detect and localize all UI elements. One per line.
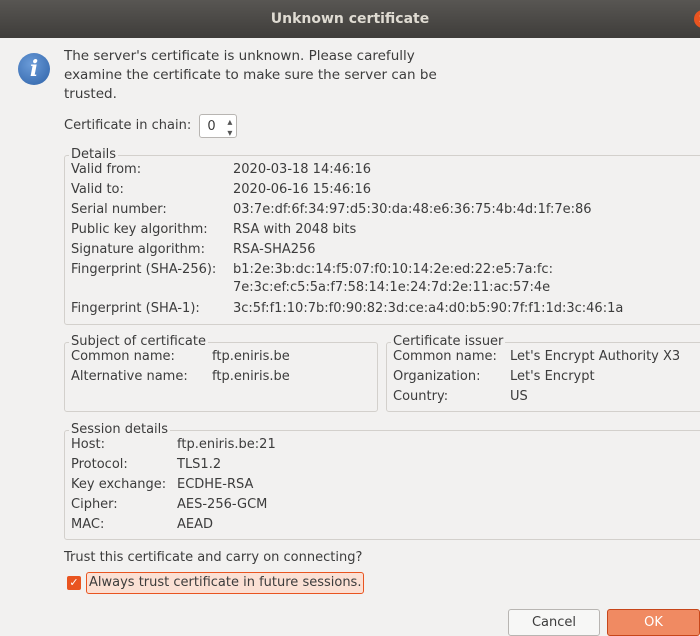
issuer-cn-label: Common name: [393,349,497,364]
sigalg-value: RSA-SHA256 [233,242,316,257]
always-trust-checkbox[interactable]: ✓ [67,576,81,590]
protocol-value: TLS1.2 [177,457,222,472]
sha1-value: 3c:5f:f1:10:7b:f0:90:82:3d:ce:a4:d0:b5:9… [233,301,624,316]
valid-to-label: Valid to: [71,182,124,197]
session-group: Session details Host: ftp.eniris.be:21 P… [64,421,700,540]
host-value: ftp.eniris.be:21 [177,437,276,452]
chain-row: Certificate in chain: 0 ▴ ▾ [64,114,238,139]
sigalg-label: Signature algorithm: [71,242,205,257]
trust-question: Trust this certificate and carry on conn… [64,550,363,565]
details-group: Details Valid from: 2020-03-18 14:46:16 … [64,146,700,325]
issuer-country-label: Country: [393,389,449,404]
issuer-org-value: Let's Encrypt [510,369,595,384]
subject-cn-value: ftp.eniris.be [212,349,290,364]
pubkey-value: RSA with 2048 bits [233,222,357,237]
host-label: Host: [71,437,105,452]
issuer-country-value: US [510,389,528,404]
close-icon[interactable]: ✕ [694,10,700,28]
ok-button[interactable]: OK [607,609,700,636]
subject-group: Subject of certificate Common name: ftp.… [64,333,378,412]
subject-alt-label: Alternative name: [71,369,188,384]
intro-text: The server's certificate is unknown. Ple… [64,48,437,102]
certificate-dialog: Unknown certificate ✕ i The server's cer… [0,0,700,636]
chain-value: 0 [207,119,216,134]
valid-from-value: 2020-03-18 14:46:16 [233,162,372,177]
kex-label: Key exchange: [71,477,167,492]
title-bar[interactable]: Unknown certificate ✕ [0,0,700,38]
serial-label: Serial number: [71,202,167,217]
always-trust-label[interactable]: Always trust certificate in future sessi… [86,572,365,594]
info-icon: i [18,53,50,85]
cipher-value: AES-256-GCM [177,497,268,512]
subject-cn-label: Common name: [71,349,175,364]
mac-value: AEAD [177,517,214,532]
issuer-cn-value: Let's Encrypt Authority X3 [510,349,681,364]
issuer-org-label: Organization: [393,369,481,384]
mac-label: MAC: [71,517,105,532]
spinner-arrows-icon[interactable]: ▴ ▾ [227,115,232,139]
sha256-value-line2: 7e:3c:ef:c5:5a:f7:58:14:1e:24:7d:2e:11:a… [233,280,551,295]
cipher-label: Cipher: [71,497,118,512]
kex-value: ECDHE-RSA [177,477,254,492]
subject-alt-value: ftp.eniris.be [212,369,290,384]
valid-from-label: Valid from: [71,162,142,177]
sha1-label: Fingerprint (SHA-1): [71,301,200,316]
sha256-label: Fingerprint (SHA-256): [71,262,217,277]
chain-label: Certificate in chain: [64,118,192,133]
issuer-group: Certificate issuer Common name: Let's En… [386,333,700,412]
chain-spinner[interactable]: 0 ▴ ▾ [199,114,238,139]
valid-to-value: 2020-06-16 15:46:16 [233,182,372,197]
cancel-button[interactable]: Cancel [508,609,600,636]
window-title: Unknown certificate [270,11,430,27]
pubkey-label: Public key algorithm: [71,222,208,237]
protocol-label: Protocol: [71,457,128,472]
serial-value: 03:7e:df:6f:34:97:d5:30:da:48:e6:36:75:4… [233,202,592,217]
sha256-value-line1: b1:2e:3b:dc:14:f5:07:f0:10:14:2e:ed:22:e… [233,262,553,277]
